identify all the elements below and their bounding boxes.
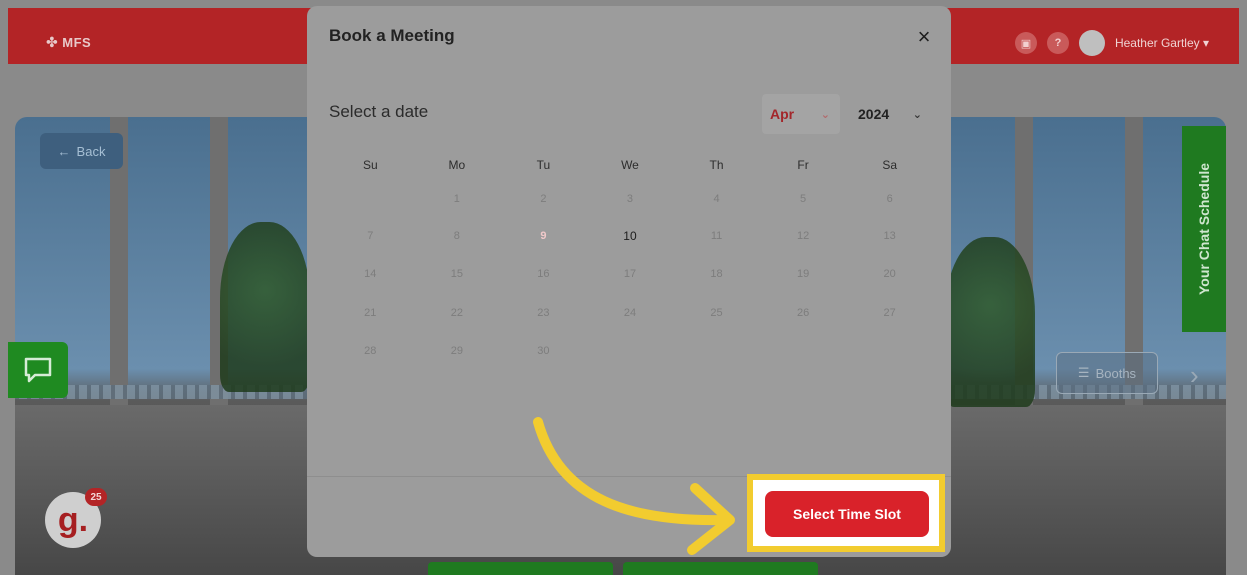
calendar-day[interactable]: 25 — [673, 294, 760, 332]
weekday-header: Su Mo Tu We Th Fr Sa — [327, 158, 933, 172]
calendar-day[interactable]: 27 — [846, 294, 933, 332]
avatar[interactable] — [1078, 30, 1105, 56]
calendar-week: 1 2 3 4 5 6 — [327, 180, 933, 218]
calendar-day[interactable]: 22 — [414, 294, 501, 332]
calendar-day[interactable]: 19 — [760, 255, 847, 293]
plant-decoration — [945, 237, 1035, 407]
calendar-week: 14 15 16 17 18 19 20 — [327, 255, 933, 293]
booths-label: Booths — [1095, 365, 1137, 381]
calendar-day[interactable]: 20 — [846, 255, 933, 293]
message-icon — [24, 357, 52, 383]
back-label: Back — [76, 143, 106, 159]
calendar-day[interactable]: 6 — [846, 180, 933, 218]
chat-schedule-label: Your Chat Schedule — [1196, 163, 1213, 295]
booths-button[interactable]: ☰ Booths — [1056, 352, 1158, 394]
calendar-day[interactable]: 23 — [500, 294, 587, 332]
weekday-label: We — [621, 158, 639, 172]
arrow-left-icon: ← — [57, 143, 71, 159]
calendar-day[interactable]: 5 — [760, 180, 847, 218]
calendar-day — [327, 180, 414, 218]
month-value: Apr — [770, 106, 795, 122]
calendar-week: 28 29 30 — [327, 332, 933, 370]
calendar-day[interactable]: 29 — [414, 332, 501, 370]
calendar-day[interactable]: 14 — [327, 255, 414, 293]
calendar-day[interactable]: 1 — [414, 180, 501, 218]
calendar-day[interactable]: 12 — [760, 217, 847, 255]
calendar-day[interactable]: 4 — [673, 180, 760, 218]
calendar-day-selected[interactable]: 9 — [500, 217, 587, 256]
calendar-day[interactable]: 28 — [327, 332, 414, 370]
year-dropdown[interactable]: 2024 ⌄ — [850, 94, 930, 134]
calendar-day[interactable]: 18 — [673, 255, 760, 293]
calendar-day[interactable]: 15 — [414, 255, 501, 293]
calendar-day — [587, 332, 674, 370]
help-icon[interactable]: ? — [1046, 32, 1069, 54]
chat-schedule-tab[interactable]: Your Chat Schedule — [1182, 126, 1226, 332]
calendar-week: 7 8 9 10 11 12 13 — [327, 217, 933, 256]
calendar-day[interactable]: 17 — [587, 255, 674, 293]
chevron-down-icon: ⌄ — [820, 108, 830, 121]
notification-badge: 25 — [85, 488, 107, 506]
select-time-slot-button[interactable]: Select Time Slot — [765, 491, 929, 537]
year-value: 2024 — [858, 106, 890, 122]
calendar-day[interactable]: 10 — [587, 217, 674, 255]
tutorial-arrow-icon — [533, 417, 735, 555]
maple-leaf-icon: ✤ — [46, 34, 59, 50]
calendar-day[interactable]: 30 — [500, 332, 587, 370]
month-dropdown[interactable]: Apr ⌄ — [762, 94, 840, 134]
weekday-label: Th — [709, 158, 724, 172]
chevron-down-icon: ⌄ — [912, 108, 922, 121]
calendar-day[interactable]: 11 — [673, 217, 760, 255]
calendar-day[interactable]: 26 — [760, 294, 847, 332]
calendar-day — [846, 332, 933, 370]
calendar-day — [673, 332, 760, 370]
chat-button[interactable] — [8, 342, 68, 398]
calendar-day[interactable]: 7 — [327, 217, 414, 255]
weekday-label: Tu — [536, 158, 551, 172]
calendar-day[interactable]: 21 — [327, 294, 414, 332]
calendar-day — [760, 332, 847, 370]
calendar-day[interactable]: 2 — [500, 180, 587, 218]
logo-text: MFS — [62, 35, 92, 50]
chevron-right-icon[interactable]: › — [1190, 360, 1199, 391]
selected-day-label: 9 — [540, 230, 547, 242]
close-icon[interactable]: × — [914, 26, 934, 48]
mfs-logo[interactable]: ✤ MFS — [46, 34, 91, 51]
plant-decoration — [220, 222, 310, 392]
modal-title: Book a Meeting — [329, 26, 455, 45]
list-icon: ☰ — [1077, 365, 1090, 380]
user-menu[interactable]: Heather Gartley ▾ — [1115, 36, 1209, 50]
weekday-label: Fr — [797, 158, 809, 172]
calendar-day[interactable]: 24 — [587, 294, 674, 332]
select-date-label: Select a date — [329, 102, 429, 121]
calendar-day[interactable]: 13 — [846, 217, 933, 255]
back-button[interactable]: ← Back — [40, 133, 123, 169]
weekday-label: Sa — [882, 158, 897, 172]
weekday-label: Mo — [448, 158, 466, 172]
chat-icon[interactable]: ▣ — [1014, 32, 1037, 54]
calendar-day[interactable]: 16 — [500, 255, 587, 293]
calendar-day[interactable]: 3 — [587, 180, 674, 218]
calendar-day[interactable]: 8 — [414, 217, 501, 255]
calendar-week: 21 22 23 24 25 26 27 — [327, 294, 933, 332]
weekday-label: Su — [362, 158, 378, 172]
